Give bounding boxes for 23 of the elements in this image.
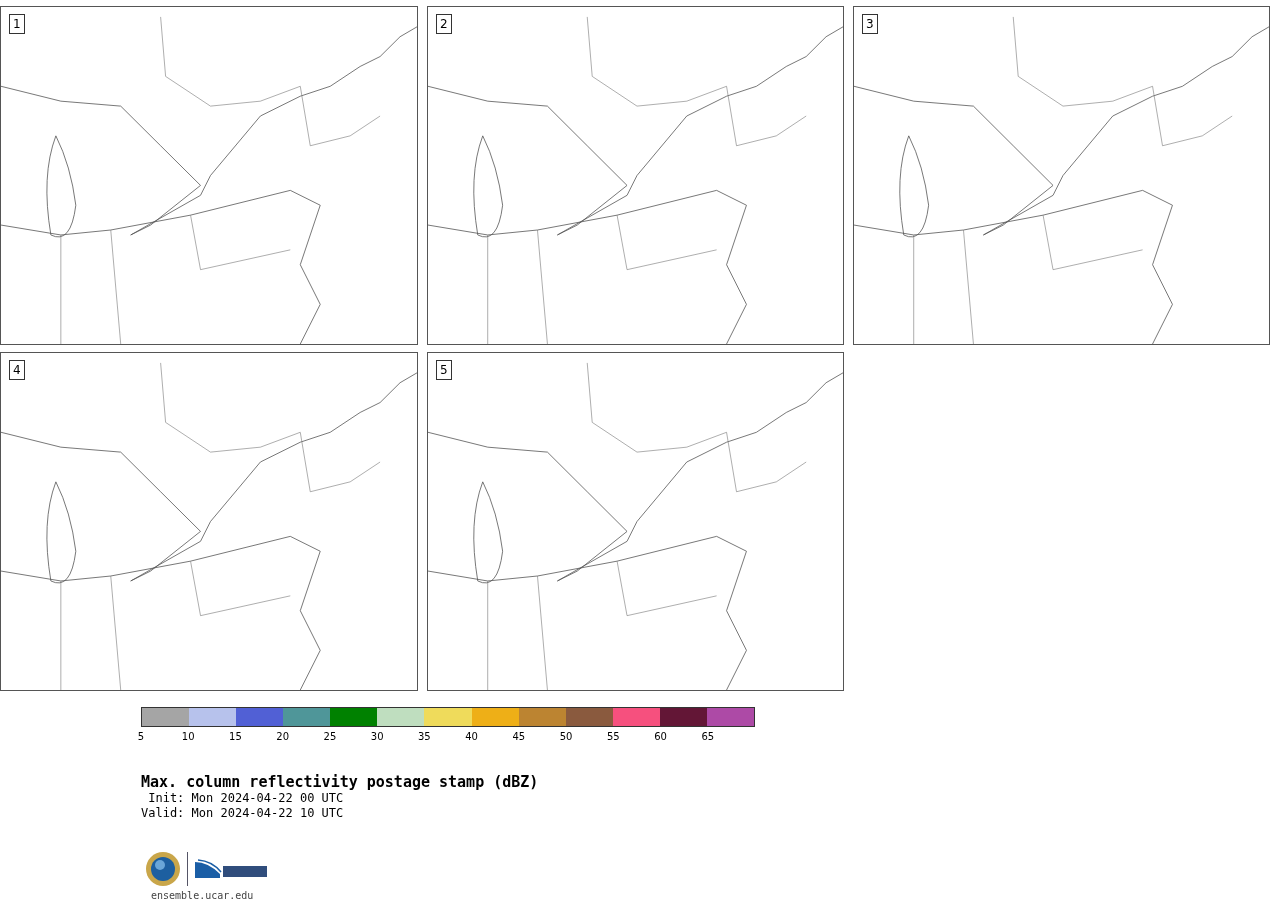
tick-label: 55 <box>606 731 620 742</box>
tick-label: 50 <box>559 731 573 742</box>
tick-label: 40 <box>465 731 478 742</box>
site-url: ensemble.ucar.edu <box>150 890 255 902</box>
tick-label: 45 <box>512 731 526 742</box>
panel-number: 4 <box>9 360 25 380</box>
tick-label: 10 <box>181 731 195 742</box>
tick-label: 15 <box>229 731 242 742</box>
panel-number: 5 <box>436 360 452 380</box>
tick-label: 25 <box>323 731 337 742</box>
tick-label: 65 <box>701 731 715 742</box>
tick-label: 20 <box>276 731 290 742</box>
tick-label: 60 <box>654 731 667 742</box>
init-time: Init: Mon 2024-04-22 00 UTC <box>147 791 345 806</box>
tick-label: 5 <box>137 731 145 742</box>
tick-label: 30 <box>370 731 384 742</box>
panel-number: 2 <box>436 14 452 34</box>
seal-logo <box>145 851 181 887</box>
valid-time: Valid: Mon 2024-04-22 10 UTC <box>141 806 345 821</box>
chart-title: Max. column reflectivity postage stamp (dBZ) <box>141 773 540 791</box>
panel-number: 1 <box>9 14 25 34</box>
tick-label: 35 <box>418 731 431 742</box>
panel-number: 3 <box>862 14 878 34</box>
